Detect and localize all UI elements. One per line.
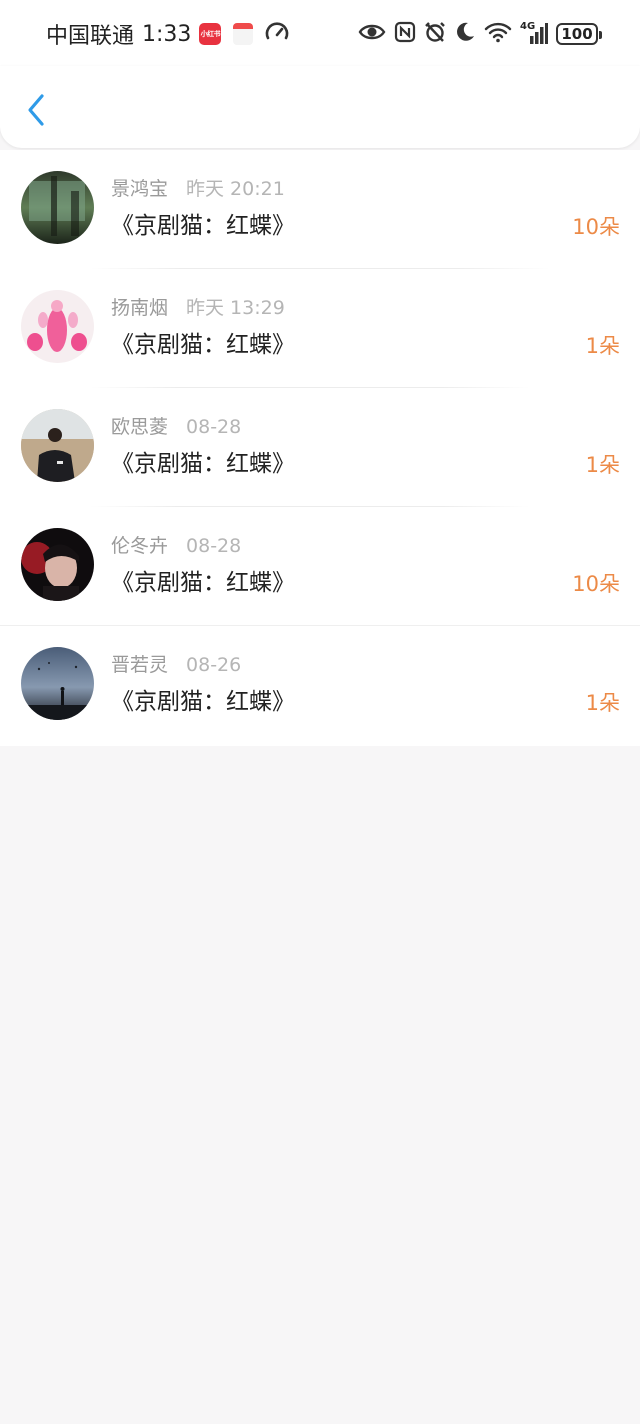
app-badge-label: 小红书 (200, 30, 221, 38)
avatar[interactable] (21, 290, 94, 363)
eye-icon (358, 21, 386, 47)
flower-amount: 1朵 (585, 691, 620, 715)
record-meta: 晋若灵 08-26 (111, 652, 241, 678)
signal-icon: 4G (520, 21, 548, 46)
record-time: 08-28 (186, 416, 242, 438)
battery-level: 100 (561, 25, 593, 43)
record-meta: 欧思菱 08-28 (111, 414, 241, 440)
speedometer-icon (264, 20, 290, 50)
flower-amount: 10朵 (572, 572, 620, 596)
record-time: 08-26 (186, 654, 242, 676)
header-bar (0, 66, 640, 148)
work-title: 《京剧猫：红蝶》 (111, 451, 295, 477)
avatar[interactable] (21, 409, 94, 482)
flower-amount: 10朵 (572, 215, 620, 239)
back-button[interactable] (18, 90, 54, 130)
sender-name[interactable]: 扬南烟 (111, 295, 168, 321)
avatar[interactable] (21, 171, 94, 244)
work-title: 《京剧猫：红蝶》 (111, 570, 295, 596)
chevron-left-icon (28, 94, 44, 126)
alarm-off-icon (424, 21, 446, 47)
flower-amount: 1朵 (585, 453, 620, 477)
sender-name[interactable]: 晋若灵 (111, 652, 168, 678)
flower-amount: 1朵 (585, 334, 620, 358)
record-time: 08-28 (186, 535, 242, 557)
xiaohongshu-app-icon: 小红书 (199, 23, 222, 45)
gift-record-list: 景鸿宝 昨天 20:21 《京剧猫：红蝶》 10朵 扬南烟 昨天 13:29 《… (0, 150, 640, 746)
clock: 1:33 (142, 21, 192, 47)
record-time: 昨天 13:29 (186, 297, 285, 319)
nfc-icon (394, 21, 416, 47)
sender-name[interactable]: 景鸿宝 (111, 176, 168, 202)
list-item[interactable]: 景鸿宝 昨天 20:21 《京剧猫：红蝶》 10朵 (0, 150, 640, 269)
record-meta: 景鸿宝 昨天 20:21 (111, 176, 285, 202)
list-item[interactable]: 晋若灵 08-26 《京剧猫：红蝶》 1朵 (0, 626, 640, 745)
record-meta: 扬南烟 昨天 13:29 (111, 295, 285, 321)
sender-name[interactable]: 欧思菱 (111, 414, 168, 440)
status-left: 中国联通 1:33 小红书 (46, 18, 254, 50)
record-meta: 伦冬卉 08-28 (111, 533, 241, 559)
record-time: 昨天 20:21 (186, 178, 285, 200)
work-title: 《京剧猫：红蝶》 (111, 213, 295, 239)
status-right: 4G 100 (358, 18, 602, 50)
list-item[interactable]: 欧思菱 08-28 《京剧猫：红蝶》 1朵 (0, 388, 640, 507)
calendar-app-icon (233, 23, 254, 45)
list-item[interactable]: 伦冬卉 08-28 《京剧猫：红蝶》 10朵 (0, 507, 640, 626)
status-bar: 中国联通 1:33 小红书 4G 100 (0, 0, 640, 66)
battery-indicator: 100 (556, 23, 602, 45)
wifi-icon (484, 21, 512, 47)
work-title: 《京剧猫：红蝶》 (111, 689, 295, 715)
avatar[interactable] (21, 647, 94, 720)
work-title: 《京剧猫：红蝶》 (111, 332, 295, 358)
avatar[interactable] (21, 528, 94, 601)
carrier-label: 中国联通 (46, 24, 135, 49)
sender-name[interactable]: 伦冬卉 (111, 533, 168, 559)
moon-icon (454, 21, 476, 47)
list-item[interactable]: 扬南烟 昨天 13:29 《京剧猫：红蝶》 1朵 (0, 269, 640, 388)
